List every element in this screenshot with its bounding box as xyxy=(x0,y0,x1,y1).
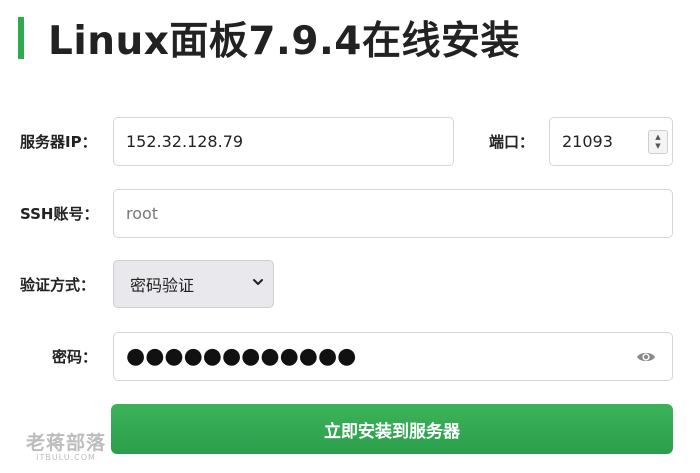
server-ip-label: 服务器IP： xyxy=(20,133,97,151)
watermark-subtext: ITBULU.COM xyxy=(36,453,96,462)
port-label: 端口： xyxy=(489,133,535,151)
auth-method-select[interactable]: 密码验证 xyxy=(113,260,274,308)
auth-method-label: 验证方式： xyxy=(20,276,96,294)
stepper-up-icon[interactable]: ▲ xyxy=(655,133,660,142)
watermark-text: 老蒋部落 xyxy=(25,432,106,454)
title-accent-bar xyxy=(18,17,24,59)
password-label: 密码： xyxy=(52,348,98,366)
chevron-down-icon xyxy=(253,279,263,285)
eye-icon[interactable] xyxy=(636,347,656,367)
port-input[interactable]: 21093 ▲ ▼ xyxy=(549,117,673,166)
ssh-account-input[interactable]: root xyxy=(113,189,673,238)
ssh-account-label: SSH账号： xyxy=(20,205,99,223)
port-value: 21093 xyxy=(562,132,613,151)
password-masked-value: ●●●●●●●●●●●● xyxy=(126,343,357,369)
server-ip-input[interactable]: 152.32.128.79 xyxy=(113,117,454,166)
install-submit-button[interactable]: 立即安装到服务器 xyxy=(111,404,673,454)
server-ip-value: 152.32.128.79 xyxy=(126,132,244,151)
ssh-account-placeholder: root xyxy=(126,204,159,223)
install-page: Linux面板7.9.4在线安装 服务器IP： 152.32.128.79 端口… xyxy=(0,0,700,473)
page-title: Linux面板7.9.4在线安装 xyxy=(48,19,520,64)
password-input[interactable]: ●●●●●●●●●●●● xyxy=(113,332,673,381)
watermark-logo: 老蒋部落 ITBULU.COM xyxy=(16,428,116,462)
stepper-icon[interactable]: ▲ ▼ xyxy=(648,130,668,154)
auth-method-selected: 密码验证 xyxy=(130,276,195,295)
stepper-down-icon[interactable]: ▼ xyxy=(655,142,660,151)
